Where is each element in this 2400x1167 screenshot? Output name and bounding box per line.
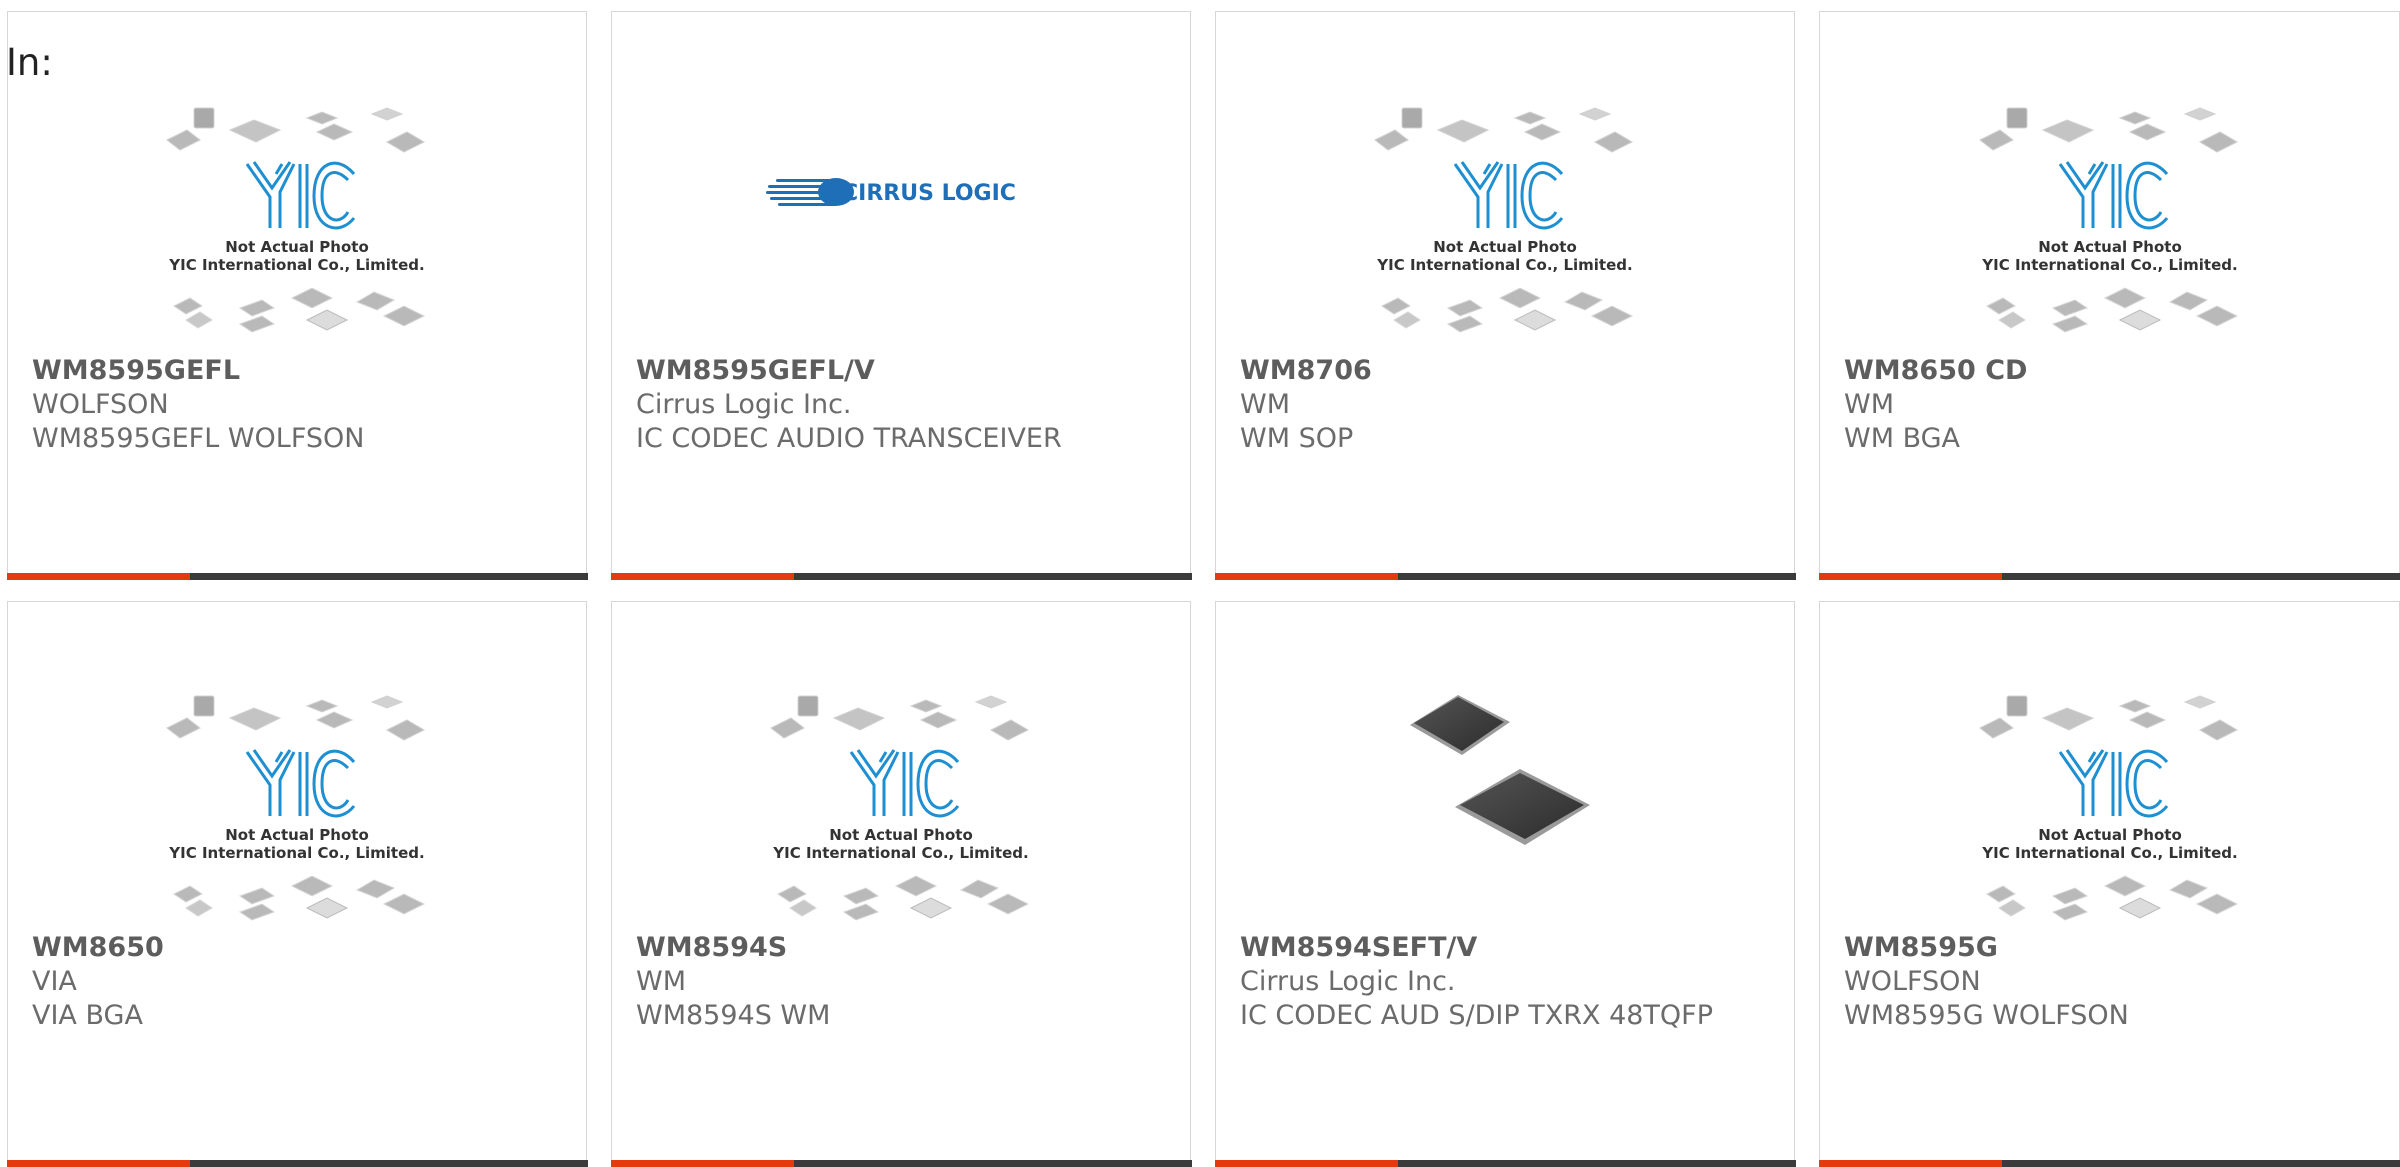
card-bottom-bar xyxy=(1214,1160,1796,1167)
part-number-link[interactable]: WM8650 xyxy=(32,931,562,965)
part-number-link[interactable]: WM8706 xyxy=(1240,354,1770,388)
card-bottom-bar xyxy=(6,573,588,580)
manufacturer: Cirrus Logic Inc. xyxy=(636,389,852,420)
product-card[interactable]: Not Actual Photo YIC International Co., … xyxy=(6,601,588,1167)
product-info: WM8595GEFL WOLFSON WM8595GEFL WOLFSON xyxy=(32,354,562,456)
card-bottom-bar xyxy=(6,1160,588,1167)
manufacturer: WOLFSON xyxy=(32,389,169,420)
product-card[interactable]: Not Actual Photo YIC International Co., … xyxy=(1214,11,1796,580)
card-bottom-bar xyxy=(1214,573,1796,580)
cirrus-logic-logo: CIRRUS LOGIC xyxy=(766,178,1016,206)
product-card[interactable]: WM8594SEFT/V Cirrus Logic Inc. IC CODEC AU… xyxy=(1214,601,1796,1167)
description: WM SOP xyxy=(1240,423,1354,454)
placeholder-caption-2: YIC International Co., Limited. xyxy=(772,844,1028,862)
part-number-link[interactable]: WM8650 CD xyxy=(1844,354,2375,388)
description: WM8594S WM xyxy=(636,1000,831,1031)
placeholder-caption-1: Not Actual Photo xyxy=(225,826,369,844)
product-image[interactable]: Not Actual Photo YIC International Co., … xyxy=(1820,102,2399,352)
product-image[interactable]: Not Actual Photo YIC International Co., … xyxy=(1216,102,1794,352)
description: WM8595GEFL WOLFSON xyxy=(32,423,365,454)
manufacturer: WOLFSON xyxy=(1844,966,1981,997)
description: IC CODEC AUDIO TRANSCEIVER xyxy=(636,423,1062,454)
yic-placeholder-icon: Not Actual Photo YIC International Co., … xyxy=(1978,695,2238,921)
manufacturer: WM xyxy=(1240,389,1290,420)
product-info: WM8595GEFL/V Cirrus Logic Inc. IC CODEC AU… xyxy=(636,354,1166,456)
placeholder-caption-2: YIC International Co., Limited. xyxy=(1376,256,1632,274)
product-card[interactable]: Not Actual Photo YIC International Co., … xyxy=(1818,601,2400,1167)
card-bottom-bar xyxy=(1818,573,2400,580)
product-info: WM8595G WOLFSON WM8595G WOLFSON xyxy=(1844,931,2375,1033)
product-info: WM8594S WM WM8594S WM xyxy=(636,931,1166,1033)
cirrus-logic-logo-text: CIRRUS LOGIC xyxy=(842,181,1016,206)
placeholder-caption-2: YIC International Co., Limited. xyxy=(1981,844,2237,862)
product-info: WM8594SEFT/V Cirrus Logic Inc. IC CODEC AU… xyxy=(1240,931,1770,1033)
manufacturer: Cirrus Logic Inc. xyxy=(1240,966,1456,997)
card-bottom-bar xyxy=(610,1160,1192,1167)
card-bottom-bar xyxy=(1818,1160,2400,1167)
product-grid: Not Actual Photo YIC International Co., … xyxy=(0,0,2400,1167)
card-accent-bar xyxy=(610,573,794,580)
product-info: WM8706 WM WM SOP xyxy=(1240,354,1770,456)
product-image[interactable]: Not Actual Photo YIC International Co., … xyxy=(8,690,586,940)
placeholder-caption-2: YIC International Co., Limited. xyxy=(168,256,424,274)
card-accent-bar xyxy=(1214,1160,1398,1167)
manufacturer: WM xyxy=(1844,389,1894,420)
yic-placeholder-icon: Not Actual Photo YIC International Co., … xyxy=(166,695,426,921)
part-number-link[interactable]: WM8594S xyxy=(636,931,1166,965)
product-image[interactable]: Not Actual Photo YIC International Co., … xyxy=(8,102,586,352)
placeholder-caption-1: Not Actual Photo xyxy=(1433,238,1577,256)
placeholder-caption-2: YIC International Co., Limited. xyxy=(168,844,424,862)
product-card[interactable]: Not Actual Photo YIC International Co., … xyxy=(1818,11,2400,580)
product-image[interactable]: Not Actual Photo YIC International Co., … xyxy=(1820,690,2399,940)
placeholder-caption-1: Not Actual Photo xyxy=(2038,826,2182,844)
card-accent-bar xyxy=(6,573,190,580)
product-image[interactable] xyxy=(1216,667,1794,917)
placeholder-caption-1: Not Actual Photo xyxy=(829,826,973,844)
in-label: In: xyxy=(6,41,53,84)
manufacturer: VIA xyxy=(32,966,77,997)
card-accent-bar xyxy=(6,1160,190,1167)
description: IC CODEC AUD S/DIP TXRX 48TQFP xyxy=(1240,1000,1713,1031)
card-accent-bar xyxy=(1214,573,1398,580)
card-accent-bar xyxy=(1818,573,2002,580)
yic-placeholder-icon: Not Actual Photo YIC International Co., … xyxy=(1374,107,1634,333)
part-number-link[interactable]: WM8595G xyxy=(1844,931,2375,965)
part-number-link[interactable]: WM8595GEFL/V xyxy=(636,354,1166,388)
product-info: WM8650 VIA VIA BGA xyxy=(32,931,562,1033)
tqfp-chip-photo xyxy=(1410,695,1590,845)
product-grid-page: In: Not Actual Photo YIC International C xyxy=(0,0,2400,1167)
product-card[interactable]: Not Actual Photo YIC International Co., … xyxy=(6,11,588,580)
yic-placeholder-icon: Not Actual Photo YIC International Co., … xyxy=(770,695,1030,921)
yic-placeholder-icon: Not Actual Photo YIC International Co., … xyxy=(1978,107,2238,333)
part-number-link[interactable]: WM8595GEFL xyxy=(32,354,562,388)
part-number-link[interactable]: WM8594SEFT/V xyxy=(1240,931,1770,965)
product-image[interactable]: Not Actual Photo YIC International Co., … xyxy=(612,690,1190,940)
placeholder-caption-1: Not Actual Photo xyxy=(225,238,369,256)
placeholder-caption-2: YIC International Co., Limited. xyxy=(1981,256,2237,274)
product-card[interactable]: CIRRUS LOGIC WM8595GEFL/V Cirrus Logic In… xyxy=(610,11,1192,580)
placeholder-caption-1: Not Actual Photo xyxy=(2038,238,2182,256)
card-accent-bar xyxy=(610,1160,794,1167)
description: VIA BGA xyxy=(32,1000,143,1031)
yic-placeholder-icon: Not Actual Photo YIC International Co., … xyxy=(166,107,426,333)
card-accent-bar xyxy=(1818,1160,2002,1167)
card-bottom-bar xyxy=(610,573,1192,580)
description: WM8595G WOLFSON xyxy=(1844,1000,2129,1031)
description: WM BGA xyxy=(1844,423,1961,454)
product-card[interactable]: Not Actual Photo YIC International Co., … xyxy=(610,601,1192,1167)
manufacturer: WM xyxy=(636,966,686,997)
product-info: WM8650 CD WM WM BGA xyxy=(1844,354,2375,456)
